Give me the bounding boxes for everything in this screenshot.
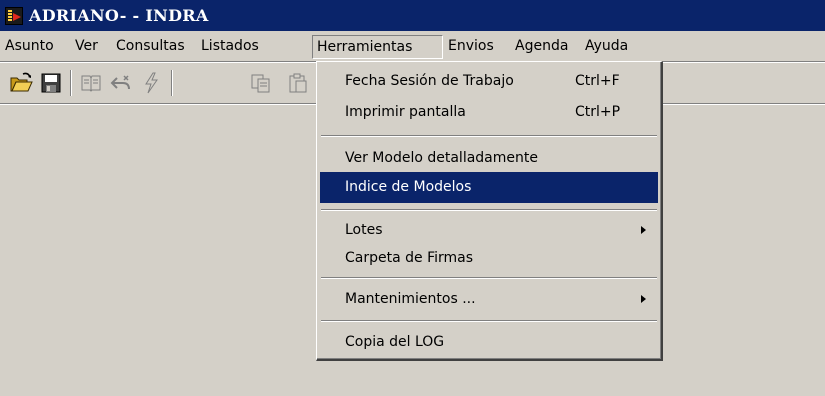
open-folder-icon[interactable] xyxy=(8,70,34,96)
menu-item-label: Mantenimientos ... xyxy=(345,291,476,307)
menu-item-label: Copia del LOG xyxy=(345,334,445,350)
menu-listados[interactable]: Listados xyxy=(197,36,263,56)
title-bar[interactable]: ADRIANO- - INDRA xyxy=(0,0,825,31)
save-icon[interactable] xyxy=(38,70,64,96)
menu-item-label: Imprimir pantalla xyxy=(345,104,466,120)
lightning-icon[interactable] xyxy=(138,70,164,96)
menu-item-indice-modelos[interactable]: Indice de Modelos xyxy=(320,172,658,203)
menu-item-fecha-sesion[interactable]: Fecha Sesión de Trabajo Ctrl+F xyxy=(320,66,658,97)
menu-consultas[interactable]: Consultas xyxy=(112,36,189,56)
menu-asunto[interactable]: Asunto xyxy=(1,36,58,56)
menu-ver[interactable]: Ver xyxy=(71,36,102,56)
copy-icon[interactable] xyxy=(248,70,274,96)
application-window: ADRIANO- - INDRA Asunto Ver Consultas Li… xyxy=(0,0,825,396)
window-title: ADRIANO- - INDRA xyxy=(29,6,209,25)
submenu-arrow-icon xyxy=(641,295,646,303)
menu-item-lotes[interactable]: Lotes xyxy=(320,215,658,246)
menu-item-imprimir-pantalla[interactable]: Imprimir pantalla Ctrl+P xyxy=(320,97,658,128)
menu-item-label: Ver Modelo detalladamente xyxy=(345,150,538,166)
menu-bar: Asunto Ver Consultas Listados Herramient… xyxy=(0,31,825,62)
menu-separator xyxy=(321,277,657,279)
menu-item-shortcut: Ctrl+F xyxy=(575,73,620,89)
undo-icon[interactable] xyxy=(108,70,134,96)
toolbar-separator xyxy=(171,70,173,96)
menu-item-ver-modelo[interactable]: Ver Modelo detalladamente xyxy=(320,143,658,174)
menu-item-label: Indice de Modelos xyxy=(345,179,472,195)
paste-icon[interactable] xyxy=(285,70,311,96)
menu-separator xyxy=(321,320,657,322)
menu-separator xyxy=(321,209,657,211)
submenu-arrow-icon xyxy=(641,226,646,234)
herramientas-dropdown: Fecha Sesión de Trabajo Ctrl+F Imprimir … xyxy=(316,61,663,361)
menu-item-shortcut: Ctrl+P xyxy=(575,104,621,120)
menu-agenda[interactable]: Agenda xyxy=(511,36,572,56)
menu-item-carpeta-firmas[interactable]: Carpeta de Firmas xyxy=(320,243,658,274)
menu-envios[interactable]: Envios xyxy=(444,36,498,56)
menu-ayuda[interactable]: Ayuda xyxy=(581,36,632,56)
menu-item-copia-log[interactable]: Copia del LOG xyxy=(320,327,658,358)
book-icon[interactable] xyxy=(78,70,104,96)
app-logo-icon[interactable] xyxy=(5,6,23,25)
menu-separator xyxy=(321,135,657,137)
menu-herramientas[interactable]: Herramientas xyxy=(312,35,443,59)
menu-item-label: Fecha Sesión de Trabajo xyxy=(345,73,514,89)
menu-item-mantenimientos[interactable]: Mantenimientos ... xyxy=(320,284,658,315)
toolbar-separator xyxy=(70,70,72,96)
menu-item-label: Carpeta de Firmas xyxy=(345,250,474,266)
menu-item-label: Lotes xyxy=(345,222,383,238)
